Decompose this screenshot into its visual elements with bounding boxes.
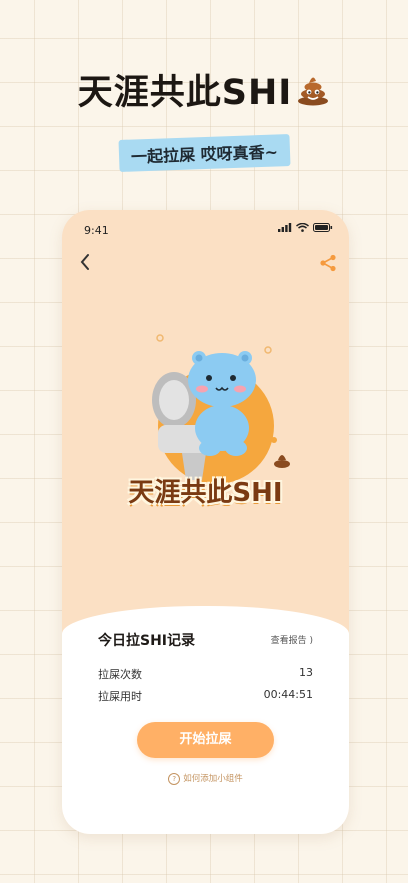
record-panel: 今日拉SHI记录 查看报告 ) 拉屎次数 13 拉屎用时 00:44:51 开始… bbox=[62, 606, 349, 834]
help-text: 如何添加小组件 bbox=[183, 774, 243, 784]
tagline-text: 一起拉屎 哎呀真香~ bbox=[117, 134, 290, 172]
wifi-icon bbox=[296, 223, 309, 232]
promo-headline: 天涯共此SHI bbox=[0, 64, 408, 115]
tagline-banner: 一起拉屎 哎呀真香~ bbox=[0, 134, 408, 172]
stat-label: 拉屎用时 bbox=[98, 690, 142, 703]
back-chevron-icon[interactable] bbox=[76, 252, 96, 272]
signal-icon bbox=[278, 223, 292, 232]
stat-label: 拉屎次数 bbox=[98, 668, 142, 681]
status-icons bbox=[278, 223, 333, 232]
battery-icon bbox=[313, 223, 333, 232]
phone-mockup: 9:41 天涯共此SHI 今日拉SHI记录 查看报告) 拉屎次数 13 拉屎用… bbox=[62, 210, 349, 834]
widget-help-link[interactable]: ? 如何添加小组件 bbox=[62, 772, 349, 785]
stat-row-duration: 拉屎用时 00:44:51 bbox=[98, 688, 313, 704]
record-title: 今日拉SHI记录 bbox=[98, 633, 196, 649]
stat-row-count: 拉屎次数 13 bbox=[98, 666, 313, 682]
poop-icon bbox=[296, 74, 330, 115]
share-icon[interactable] bbox=[319, 254, 337, 272]
view-report-link[interactable]: 查看报告 ) bbox=[271, 633, 313, 646]
start-button[interactable]: 开始拉屎 bbox=[137, 722, 274, 758]
stat-value: 13 bbox=[299, 666, 313, 679]
headline-text: 天涯共此SHI bbox=[77, 73, 293, 113]
status-time: 9:41 bbox=[84, 224, 109, 237]
app-logo-text: 天涯共此SHI bbox=[128, 478, 283, 508]
question-circle-icon: ? bbox=[168, 772, 181, 785]
stat-value: 00:44:51 bbox=[263, 688, 313, 701]
